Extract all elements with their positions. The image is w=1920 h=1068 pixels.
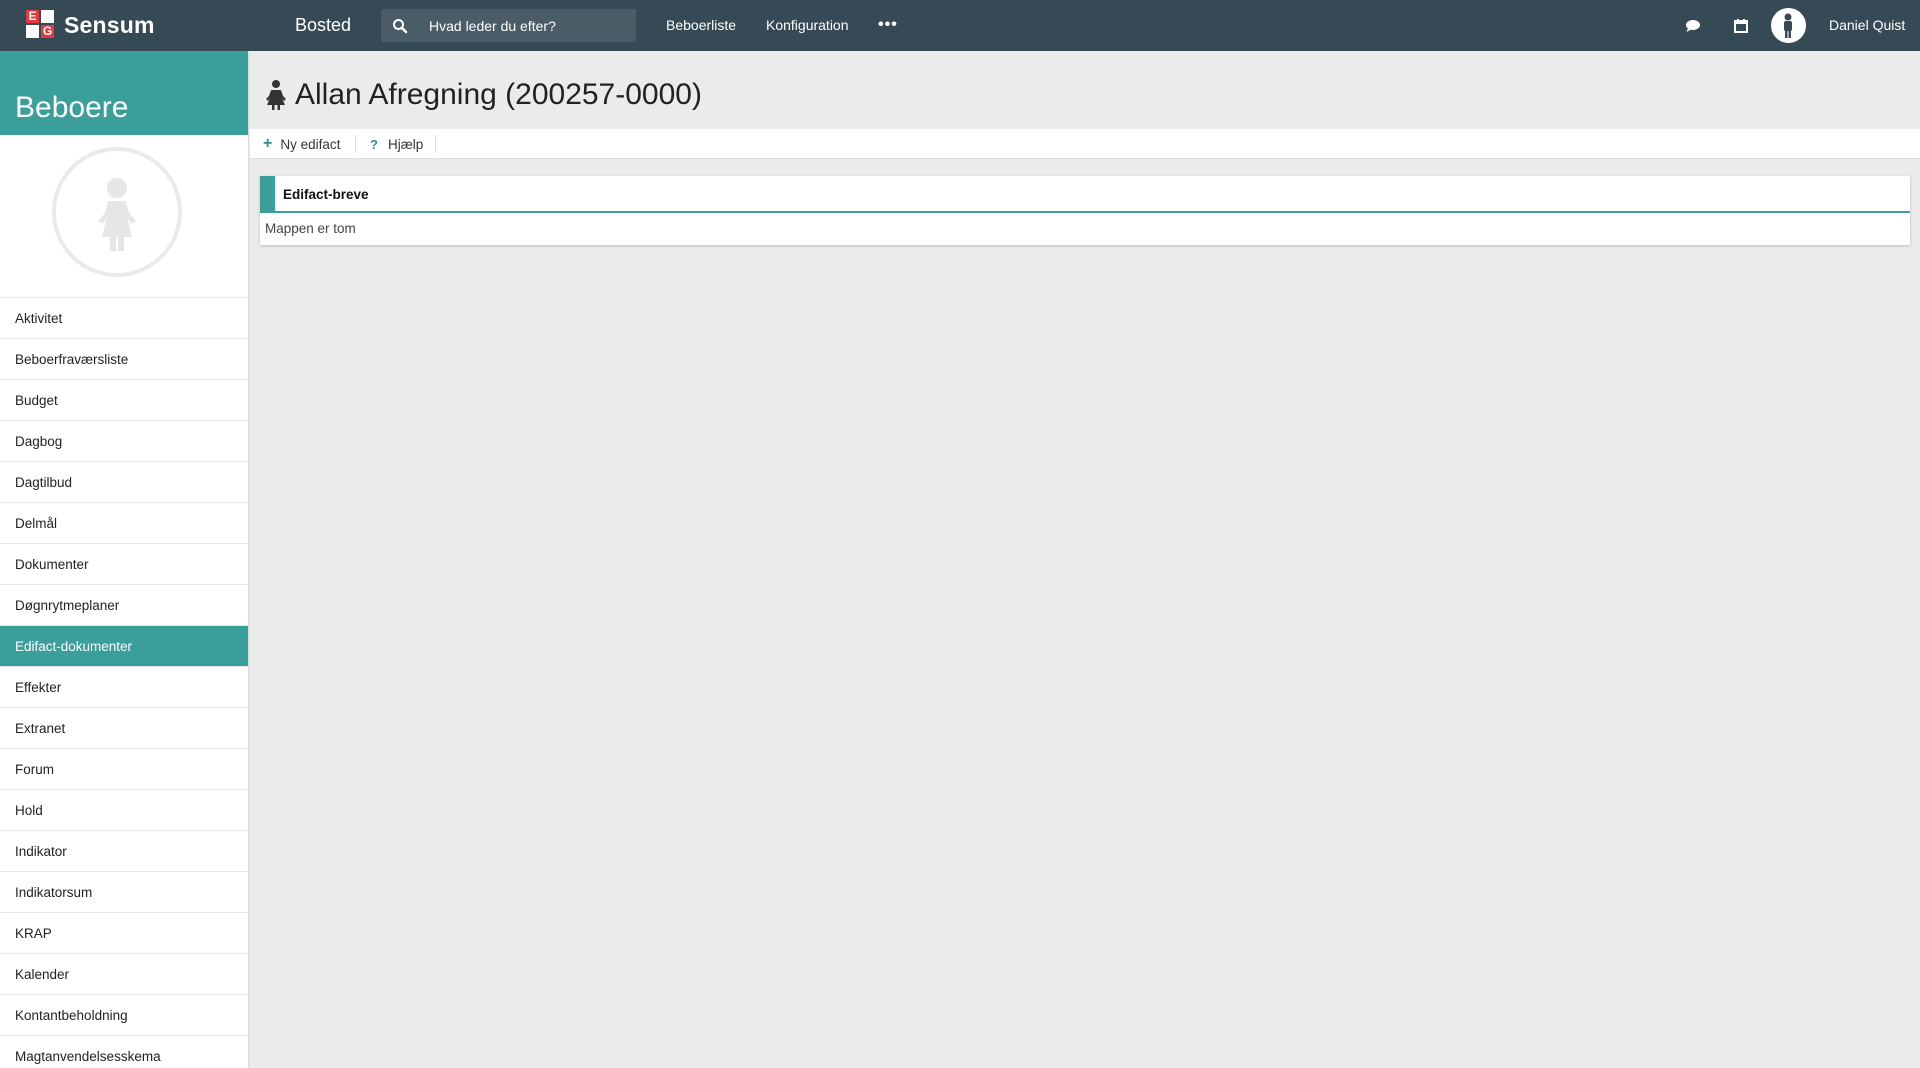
sidebar-item-magtanvendelsesskema[interactable]: Magtanvendelsesskema [0,1036,248,1068]
resident-photo-area [0,135,248,297]
help-button[interactable]: ? Hjælp [370,129,423,159]
sidebar-item-kontantbeholdning[interactable]: Kontantbeholdning [0,995,248,1036]
female-person-icon [98,178,136,251]
calendar-icon[interactable] [1731,16,1751,36]
sidebar-item-extranet[interactable]: Extranet [0,708,248,749]
panel-title: Edifact-breve [283,187,369,202]
help-icon: ? [370,136,378,152]
resident-name-heading: Allan Afregning (200257-0000) [295,78,702,111]
edifact-letters-panel: Edifact-breve Mappen er tom [260,176,1910,245]
user-name[interactable]: Daniel Quist [1829,17,1905,33]
sidebar-item-edifact-dokumenter[interactable]: Edifact-dokumenter [0,626,248,667]
sidebar-item-doegnrytmeplaner[interactable]: Døgnrytmeplaner [0,585,248,626]
person-icon [1784,13,1792,38]
logo-letter-e: E [28,9,37,23]
resident-photo-placeholder [52,147,182,277]
sidebar-item-kalender[interactable]: Kalender [0,954,248,995]
sidebar-item-delmaal[interactable]: Delmål [0,503,248,544]
toolbar-divider [435,135,436,153]
action-toolbar: + Ny edifact ? Hjælp [250,129,1920,159]
search-icon [393,19,408,34]
user-avatar-icon[interactable] [1771,8,1806,43]
sidebar: Beboere Aktivitet Beboerfraværsliste Bud… [0,51,249,1068]
chat-icon[interactable] [1683,16,1703,36]
sidebar-item-dagbog[interactable]: Dagbog [0,421,248,462]
nav-beboerliste[interactable]: Beboerliste [666,17,736,33]
eg-logo-mark: E G [26,10,56,40]
sidebar-item-effekter[interactable]: Effekter [0,667,248,708]
sidebar-item-budget[interactable]: Budget [0,380,248,421]
nav-konfiguration[interactable]: Konfiguration [766,17,849,33]
sidebar-item-dokumenter[interactable]: Dokumenter [0,544,248,585]
panel-accent-bar [260,176,275,213]
search-box[interactable] [381,9,636,42]
sidebar-item-krap[interactable]: KRAP [0,913,248,954]
sidebar-item-aktivitet[interactable]: Aktivitet [0,298,248,339]
more-menu-button[interactable]: ••• [878,16,898,34]
app-name[interactable]: Bosted [295,15,351,36]
logo[interactable]: E G Sensum [26,10,155,40]
logo-letter-g: G [42,24,53,38]
page-title: Allan Afregning (200257-0000) [265,78,702,112]
new-edifact-button[interactable]: + Ny edifact [263,129,340,159]
sidebar-menu: Aktivitet Beboerfraværsliste Budget Dagb… [0,297,248,1068]
panel-header: Edifact-breve [260,176,1910,213]
new-edifact-label: Ny edifact [280,136,341,152]
search-input[interactable] [429,9,629,42]
top-navigation-bar: E G Sensum Bosted Beboerliste Konfigurat… [0,0,1920,51]
toolbar-divider [355,135,356,153]
sidebar-item-indikatorsum[interactable]: Indikatorsum [0,872,248,913]
plus-icon: + [263,135,273,152]
help-label: Hjælp [387,136,424,152]
sidebar-item-indikator[interactable]: Indikator [0,831,248,872]
logo-text: Sensum [64,11,155,38]
empty-folder-message: Mappen er tom [265,221,356,236]
sidebar-item-hold[interactable]: Hold [0,790,248,831]
sidebar-item-dagtilbud[interactable]: Dagtilbud [0,462,248,503]
sidebar-title: Beboere [0,51,248,135]
resident-icon [266,80,286,110]
sidebar-item-beboerfravaersliste[interactable]: Beboerfraværsliste [0,339,248,380]
sidebar-item-forum[interactable]: Forum [0,749,248,790]
